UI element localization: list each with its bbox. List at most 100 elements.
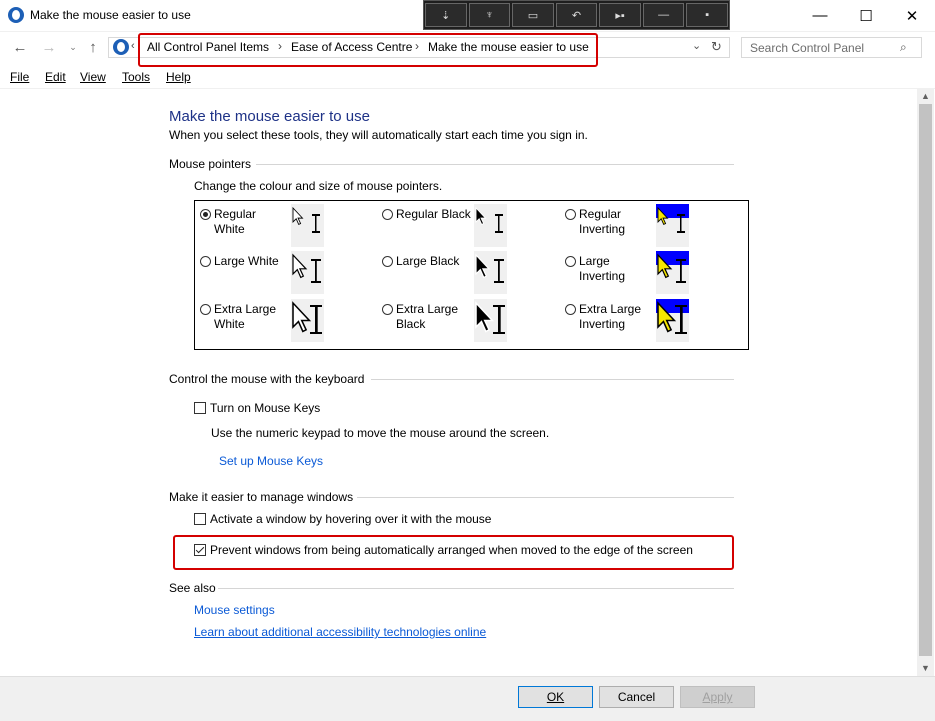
dot-icon[interactable]: ▪ — [686, 3, 729, 27]
pointer-option-line2: White — [214, 222, 245, 236]
address-overflow-icon[interactable]: ‹ — [131, 40, 135, 52]
ok-button[interactable]: OK — [518, 686, 593, 708]
snap-icon[interactable]: ▸▪ — [599, 3, 641, 27]
pointer-option-line1: Regular — [214, 207, 257, 221]
pointer-preview-icon — [656, 251, 689, 294]
pin-dropdown-icon[interactable]: ⇣ — [425, 3, 467, 27]
menu-view-label: View — [80, 70, 106, 84]
pointer-radio[interactable] — [565, 256, 576, 267]
pointer-option[interactable]: Extra Large Black — [382, 302, 458, 332]
content-divider — [0, 88, 935, 89]
pointer-option-line2: Black — [396, 317, 426, 331]
learn-more-link[interactable]: Learn about additional accessibility tec… — [194, 625, 486, 639]
pointer-option-label: Extra Large Inverting — [579, 302, 641, 332]
cancel-button[interactable]: Cancel — [599, 686, 674, 708]
mouse-keys-checkbox[interactable] — [194, 402, 206, 414]
chevron-down-icon[interactable]: ⌄ — [692, 39, 701, 52]
pointer-radio[interactable] — [382, 304, 393, 315]
pointer-option[interactable]: Regular Black — [382, 207, 471, 222]
pointer-option-line1: Extra Large — [396, 302, 459, 316]
hover-activate-option[interactable]: Activate a window by hovering over it wi… — [194, 512, 491, 526]
pointer-option-label: Large White — [214, 254, 279, 269]
scroll-up-arrow-icon[interactable]: ▲ — [917, 88, 934, 104]
hover-activate-label: Activate a window by hovering over it wi… — [210, 512, 492, 526]
section-manage-windows: Make it easier to manage windows — [169, 490, 354, 504]
window-title: Make the mouse easier to use — [30, 8, 191, 22]
menu-help[interactable]: Help — [166, 70, 191, 84]
pointer-option[interactable]: Regular Inverting — [565, 207, 625, 237]
mouse-keys-label: Turn on Mouse Keys — [210, 401, 321, 415]
recent-locations-chevron-icon[interactable]: ⌄ — [64, 38, 82, 56]
pointer-option[interactable]: Large Black — [382, 254, 459, 269]
menu-file-label: File — [10, 70, 30, 84]
pointer-option-line1: Extra Large — [214, 302, 277, 316]
address-highlight-annotation — [138, 33, 598, 67]
pointer-option[interactable]: Large White — [200, 254, 279, 269]
pointer-option-label: Regular Inverting — [579, 207, 625, 237]
pointer-preview-icon — [291, 251, 324, 294]
setup-mouse-keys-link[interactable]: Set up Mouse Keys — [219, 454, 323, 468]
mouse-settings-link[interactable]: Mouse settings — [194, 603, 275, 617]
refresh-icon[interactable]: ↻ — [711, 39, 722, 55]
pointer-radio[interactable] — [200, 256, 211, 267]
pointer-preview-icon — [291, 299, 324, 342]
pointer-preview-icon — [474, 299, 507, 342]
scroll-down-arrow-icon[interactable]: ▼ — [917, 660, 934, 676]
section-see-also: See also — [169, 581, 216, 595]
pointer-option-label: Extra Large White — [214, 302, 276, 332]
mouse-keys-description: Use the numeric keypad to move the mouse… — [211, 426, 550, 440]
section-divider — [357, 497, 734, 498]
menu-edit[interactable]: Edit — [45, 70, 66, 84]
pointer-preview-icon — [291, 204, 324, 247]
search-icon[interactable]: ⌕ — [900, 40, 907, 55]
undo-icon[interactable]: ↶ — [555, 3, 598, 27]
close-button[interactable]: ✕ — [889, 0, 935, 31]
menu-edit-label: Edit — [45, 70, 66, 84]
pointer-radio[interactable] — [200, 209, 211, 220]
minimize-button[interactable]: — — [797, 0, 843, 31]
pointer-radio[interactable] — [382, 256, 393, 267]
control-panel-icon — [8, 7, 24, 23]
control-panel-icon — [113, 39, 129, 55]
prevent-highlight-annotation — [173, 535, 734, 570]
pointer-preview-icon — [474, 251, 507, 294]
pointer-option-label: Regular White — [214, 207, 256, 237]
maximize-button[interactable]: ☐ — [843, 0, 889, 31]
pointer-caption: Change the colour and size of mouse poin… — [194, 179, 443, 193]
pointer-option-line2: Inverting — [579, 317, 626, 331]
forward-arrow-icon[interactable]: → — [40, 38, 58, 56]
hover-activate-checkbox[interactable] — [194, 513, 206, 525]
pointer-option[interactable]: Extra Large White — [200, 302, 276, 332]
pointer-option-label: Large Inverting — [579, 254, 625, 284]
pointer-option[interactable]: Large Inverting — [565, 254, 625, 284]
pointer-option-line2: Inverting — [579, 222, 626, 236]
minimize-bar-icon[interactable]: — — [642, 3, 685, 27]
section-keyboard: Control the mouse with the keyboard — [169, 372, 365, 386]
button-bar — [0, 676, 935, 721]
pointer-radio[interactable] — [382, 209, 393, 220]
up-arrow-icon[interactable]: ↑ — [84, 38, 102, 56]
menu-tools[interactable]: Tools — [122, 70, 150, 84]
pointer-radio[interactable] — [565, 209, 576, 220]
menu-view[interactable]: View — [80, 70, 106, 84]
page-title: Make the mouse easier to use — [169, 108, 370, 125]
mouse-keys-option[interactable]: Turn on Mouse Keys — [194, 401, 320, 415]
pointer-option[interactable]: Extra Large Inverting — [565, 302, 641, 332]
pointer-option-line1: Extra Large — [579, 302, 642, 316]
pin-icon[interactable]: ♆ — [468, 3, 511, 27]
pointer-option-line1: Regular Black — [396, 207, 471, 221]
menu-file[interactable]: File — [10, 70, 29, 84]
pointer-radio[interactable] — [200, 304, 211, 315]
section-divider — [371, 379, 734, 380]
window-icon[interactable]: ▭ — [512, 3, 554, 27]
pointer-preview-icon — [656, 204, 689, 247]
ok-button-label: OK — [546, 690, 565, 704]
search-input[interactable]: Search Control Panel — [750, 41, 864, 55]
pointer-option-label: Large Black — [396, 254, 459, 269]
pointer-radio[interactable] — [565, 304, 576, 315]
scrollbar-thumb[interactable] — [919, 104, 932, 656]
pointer-option[interactable]: Regular White — [200, 207, 256, 237]
back-arrow-icon[interactable]: ← — [11, 38, 29, 56]
apply-button[interactable]: Apply — [680, 686, 755, 708]
page-subtitle: When you select these tools, they will a… — [169, 128, 588, 142]
